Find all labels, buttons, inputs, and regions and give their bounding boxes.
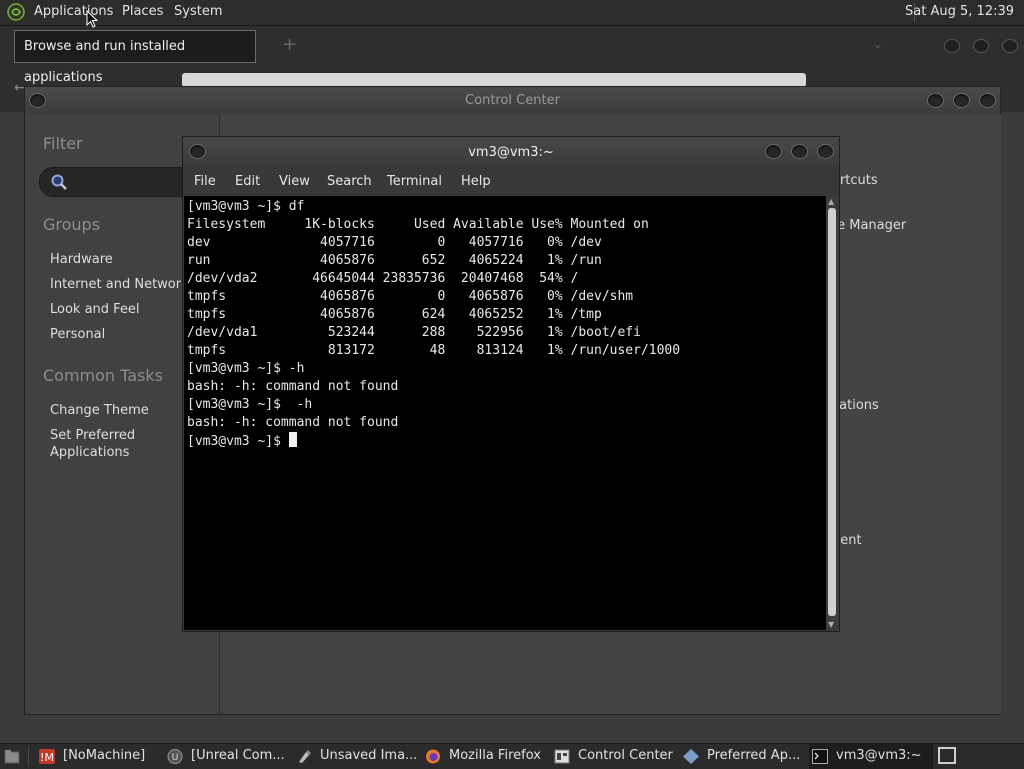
- scroll-up-arrow-icon[interactable]: ▲: [828, 197, 834, 206]
- groups-heading: Groups: [43, 215, 101, 234]
- task-label: Preferred Ap...: [707, 748, 801, 763]
- window-menu-button[interactable]: [189, 144, 206, 159]
- task-control-center[interactable]: Control Center: [551, 744, 677, 769]
- task-firefox[interactable]: Mozilla Firefox: [422, 744, 548, 769]
- terminal-output[interactable]: [vm3@vm3 ~]$ df Filesystem 1K-blocks Use…: [184, 196, 827, 630]
- close-button[interactable]: [979, 93, 996, 108]
- window-title: vm3@vm3:~: [468, 145, 554, 160]
- terminal-window: vm3@vm3:~ File Edit View Search Terminal…: [182, 136, 840, 632]
- group-hardware[interactable]: Hardware: [50, 251, 113, 268]
- image-editor-icon: [299, 750, 311, 763]
- task-image-editor[interactable]: Unsaved Ima...: [293, 744, 418, 769]
- menubar: File Edit View Search Terminal Help: [183, 167, 839, 196]
- terminal-line: bash: -h: command not found: [187, 415, 399, 430]
- task-nomachine[interactable]: !M [NoMachine]: [34, 744, 160, 769]
- control-center-icon: [554, 749, 570, 764]
- titlebar[interactable]: vm3@vm3:~: [183, 137, 839, 167]
- terminal-line: /dev/vda1 523244 288 522956 1% /boot/efi: [187, 325, 641, 340]
- scroll-down-arrow-icon[interactable]: ▼: [828, 620, 834, 629]
- menu-view[interactable]: View: [279, 174, 310, 189]
- group-look-and-feel[interactable]: Look and Feel: [50, 301, 140, 318]
- clock[interactable]: Sat Aug 5, 12:39: [905, 4, 1014, 19]
- mouse-pointer-icon: [86, 10, 98, 28]
- terminal-line: /dev/vda2 46645044 23835736 20407468 54%…: [187, 271, 579, 286]
- task-preferred-apps[interactable]: Preferred Ap...: [680, 744, 806, 769]
- nomachine-icon: !M: [39, 749, 55, 764]
- taskbar: !M [NoMachine] U [Unreal Com... Unsaved …: [0, 743, 1024, 769]
- task-label: [NoMachine]: [63, 748, 146, 763]
- maximize-button[interactable]: [953, 93, 970, 108]
- task-terminal[interactable]: vm3@vm3:~: [809, 744, 933, 769]
- menu-terminal[interactable]: Terminal: [387, 174, 442, 189]
- titlebar[interactable]: Control Center: [25, 87, 1000, 114]
- common-tasks-heading: Common Tasks: [43, 366, 164, 385]
- task-label: vm3@vm3:~: [836, 748, 922, 763]
- group-internet-and-network[interactable]: Internet and Network: [50, 276, 189, 293]
- terminal-prompt: [vm3@vm3 ~]$: [187, 434, 289, 449]
- tooltip: Browse and run installed applications: [14, 30, 256, 85]
- close-button[interactable]: [1002, 39, 1018, 53]
- terminal-line: [vm3@vm3 ~]$ -h: [187, 397, 313, 412]
- show-desktop-folder-icon[interactable]: [4, 749, 20, 764]
- maximize-button[interactable]: [791, 144, 808, 159]
- terminal-text: [vm3@vm3 ~]$ df Filesystem 1K-blocks Use…: [187, 198, 680, 451]
- taskbar-separator: [28, 747, 29, 766]
- maximize-button[interactable]: [973, 39, 989, 53]
- filter-input[interactable]: [39, 167, 191, 197]
- svg-text:!M: !M: [40, 751, 54, 764]
- applications-menu[interactable]: Applications: [34, 4, 113, 19]
- places-menu[interactable]: Places: [122, 4, 163, 19]
- terminal-line: tmpfs 813172 48 813124 1% /run/user/1000: [187, 343, 681, 358]
- terminal-line: run 4065876 652 4065224 1% /run: [187, 253, 602, 268]
- workspace-switcher[interactable]: [938, 747, 956, 764]
- system-menu[interactable]: System: [174, 4, 222, 19]
- group-personal[interactable]: Personal: [50, 326, 105, 343]
- terminal-line: bash: -h: command not found: [187, 379, 399, 394]
- terminal-line: dev 4057716 0 4057716 0% /dev: [187, 235, 602, 250]
- url-bar[interactable]: [182, 73, 806, 87]
- window-menu-button[interactable]: [29, 93, 46, 108]
- mate-logo-icon[interactable]: [7, 3, 25, 21]
- menu-file[interactable]: File: [194, 174, 216, 189]
- window-title: Control Center: [465, 93, 560, 108]
- terminal-line: tmpfs 4065876 624 4065252 1% /tmp: [187, 307, 602, 322]
- text-cursor: [288, 432, 297, 447]
- terminal-icon: [812, 749, 828, 764]
- preferred-apps-icon: [683, 749, 699, 764]
- svg-text:U: U: [172, 753, 179, 763]
- minimize-button[interactable]: [944, 39, 960, 53]
- task-unreal[interactable]: U [Unreal Com...: [163, 744, 289, 769]
- chevron-down-icon[interactable]: ⌄: [872, 36, 884, 52]
- menu-search[interactable]: Search: [327, 174, 372, 189]
- terminal-line: Filesystem 1K-blocks Used Available Use%…: [187, 217, 649, 232]
- minimize-button[interactable]: [927, 93, 944, 108]
- terminal-line: [vm3@vm3 ~]$ df: [187, 199, 305, 214]
- filter-heading: Filter: [43, 134, 83, 153]
- scrollbar-thumb[interactable]: [828, 208, 836, 616]
- menu-edit[interactable]: Edit: [235, 174, 260, 189]
- search-icon: [51, 174, 67, 190]
- task-label: [Unreal Com...: [191, 748, 285, 763]
- terminal-line: tmpfs 4065876 0 4065876 0% /dev/shm: [187, 289, 634, 304]
- task-label: Unsaved Ima...: [320, 748, 418, 763]
- firefox-icon: [426, 749, 440, 764]
- top-panel: Applications Places System Sat Aug 5, 12…: [0, 0, 1024, 26]
- unreal-icon: U: [167, 749, 183, 764]
- minimize-button[interactable]: [765, 144, 782, 159]
- new-tab-icon[interactable]: +: [282, 34, 297, 55]
- terminal-line: [vm3@vm3 ~]$ -h: [187, 361, 305, 376]
- task-change-theme[interactable]: Change Theme: [50, 402, 149, 419]
- task-set-preferred-applications[interactable]: Set Preferred Applications: [50, 427, 160, 461]
- close-button[interactable]: [817, 144, 834, 159]
- menu-help[interactable]: Help: [461, 174, 491, 189]
- item-label-manager[interactable]: te Manager: [832, 218, 906, 233]
- task-label: Control Center: [578, 748, 673, 763]
- scrollbar[interactable]: ▲ ▼: [826, 196, 838, 630]
- task-label: Mozilla Firefox: [449, 748, 541, 763]
